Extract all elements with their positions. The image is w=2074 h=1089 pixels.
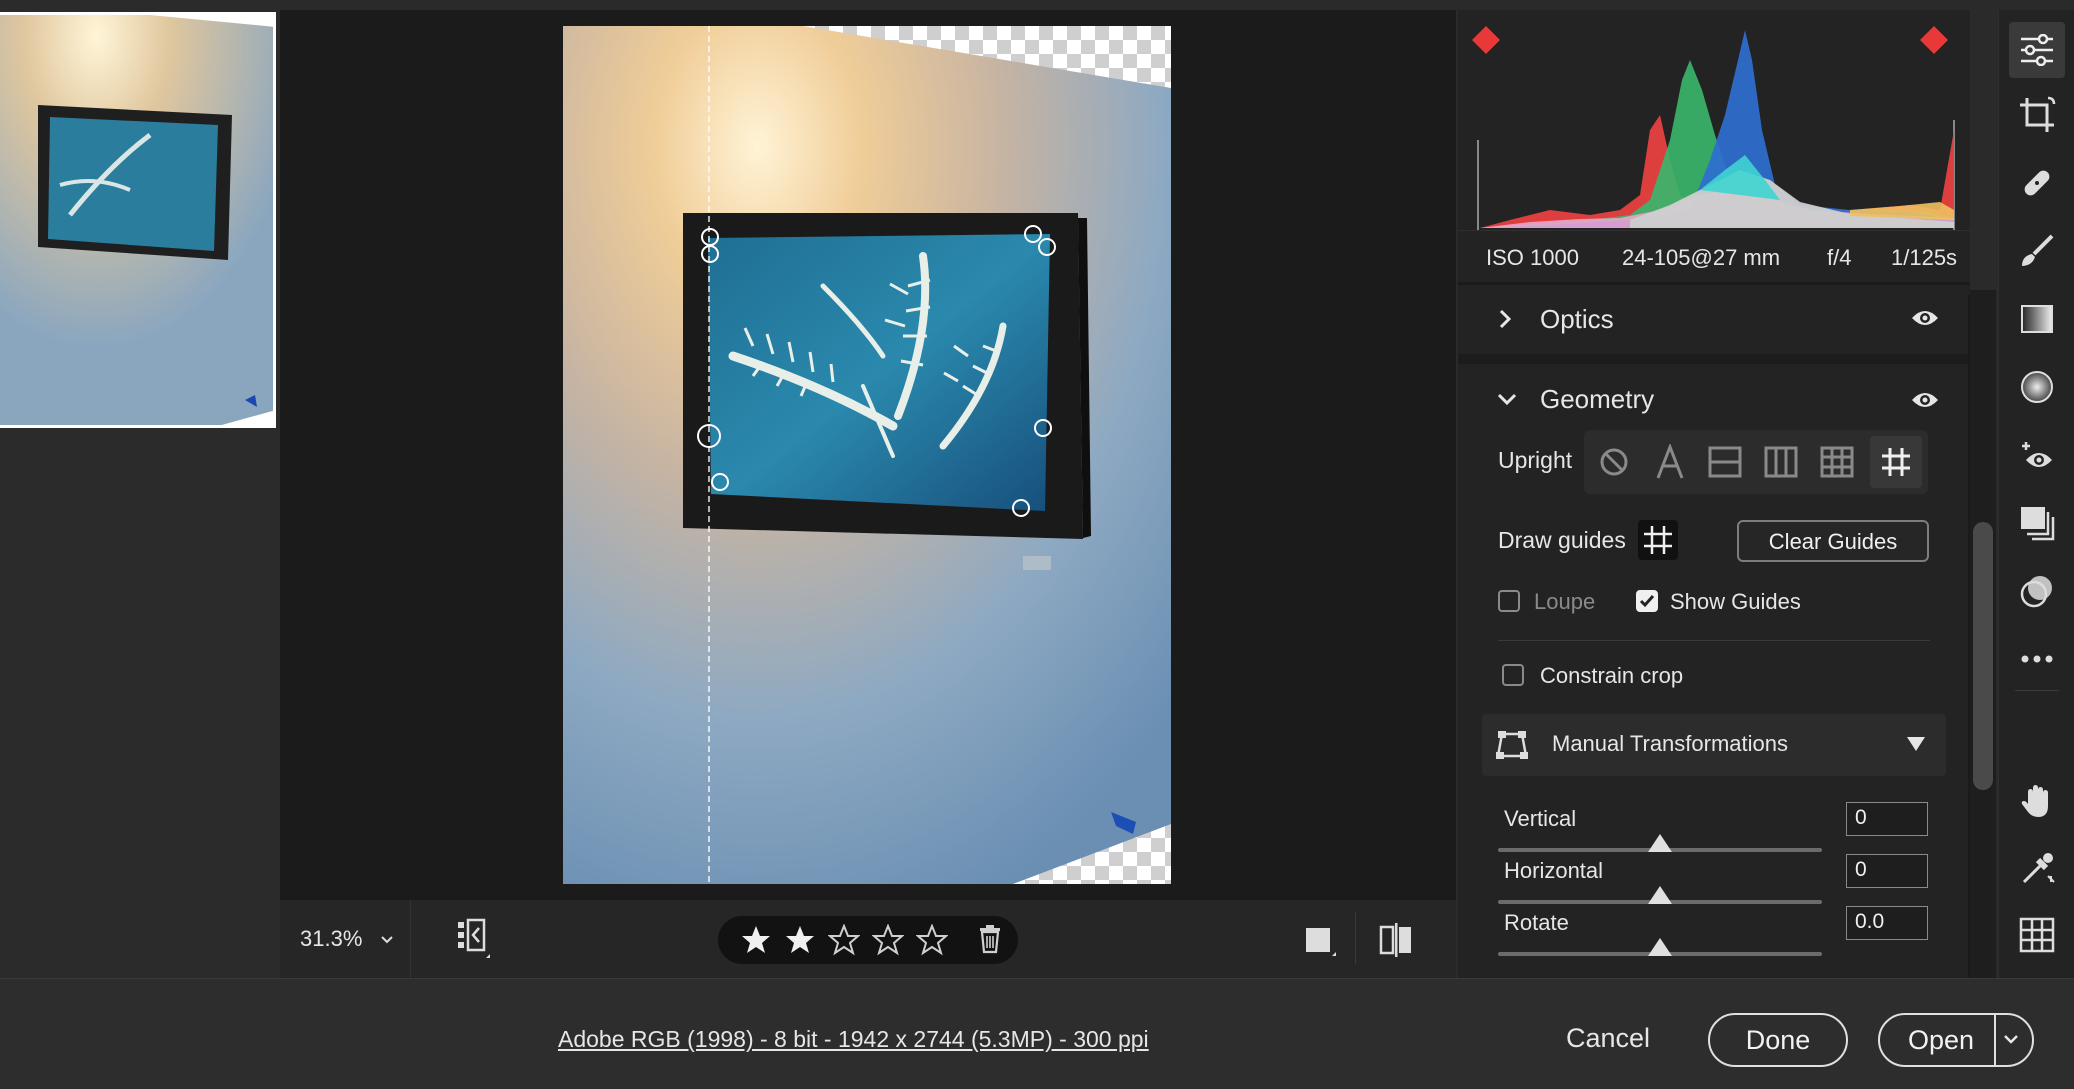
lens-value: 24-105@27 mm xyxy=(1622,245,1781,270)
view-toolbar: 31.3% xyxy=(280,900,1456,978)
eye-icon[interactable] xyxy=(1910,308,1940,328)
upright-level-icon[interactable] xyxy=(1708,446,1742,478)
clear-guides-button[interactable]: Clear Guides xyxy=(1737,520,1929,562)
crop-rotate-icon[interactable] xyxy=(2018,96,2056,134)
zoom-chevron-down-icon[interactable] xyxy=(379,934,395,946)
toolbar-divider xyxy=(410,900,411,978)
zoom-level[interactable]: 31.3% xyxy=(300,926,362,952)
panel-scroll-track[interactable] xyxy=(1970,290,1996,978)
photo-preview[interactable] xyxy=(563,26,1171,884)
single-view-icon[interactable] xyxy=(1304,926,1336,958)
upright-label: Upright xyxy=(1498,447,1573,473)
before-after-icon[interactable] xyxy=(1378,922,1414,958)
eyedropper-icon[interactable] xyxy=(2018,850,2056,888)
open-button[interactable]: Open xyxy=(1878,1013,2034,1067)
upright-guided-icon xyxy=(1882,448,1910,476)
loupe-checkbox[interactable] xyxy=(1498,590,1520,612)
draw-guides-label: Draw guides xyxy=(1498,527,1626,553)
chevron-down-icon xyxy=(1497,393,1517,406)
filmstrip-toggle-icon[interactable] xyxy=(456,918,492,962)
grid-overlay-icon[interactable] xyxy=(2018,916,2056,954)
star-filled-icon[interactable] xyxy=(784,924,816,956)
constrain-crop-label: Constrain crop xyxy=(1540,663,1684,688)
upright-auto-icon[interactable] xyxy=(1654,444,1686,480)
star-empty-icon[interactable] xyxy=(828,924,860,956)
histogram xyxy=(1470,20,1962,230)
upright-button-group xyxy=(1584,430,1928,494)
guided-tool-icon xyxy=(1644,526,1672,554)
show-guides-label: Show Guides xyxy=(1670,589,1801,614)
filmstrip xyxy=(0,0,280,978)
shutter-value: 1/125s xyxy=(1891,245,1958,270)
star-empty-icon[interactable] xyxy=(872,924,904,956)
edit-panel: ISO 1000 24-105@27 mm f/4 1/125s Optics … xyxy=(1458,10,1970,978)
brush-icon[interactable] xyxy=(2018,232,2056,270)
highlight-clipping-icon xyxy=(1920,26,1948,54)
done-button[interactable]: Done xyxy=(1708,1013,1848,1067)
slider-thumb[interactable] xyxy=(1648,938,1672,956)
slider-value-field[interactable]: 0 xyxy=(1846,802,1928,836)
chevron-right-icon xyxy=(1499,309,1512,329)
triangle-down-icon xyxy=(1907,737,1925,751)
constrain-crop-checkbox[interactable] xyxy=(1502,664,1524,686)
shadow-clipping-icon xyxy=(1472,26,1500,54)
optics-section-header[interactable]: Optics xyxy=(1458,286,1970,354)
manual-transformations-label: Manual Transformations xyxy=(1552,731,1788,756)
more-options-icon[interactable] xyxy=(2018,640,2056,678)
slider-row: Vertical 0 xyxy=(1458,800,1970,852)
healing-bandage-icon[interactable] xyxy=(2018,164,2056,202)
slider-label: Horizontal xyxy=(1504,858,1604,883)
slider-thumb[interactable] xyxy=(1648,886,1672,904)
trash-icon[interactable] xyxy=(977,924,1003,954)
linear-gradient-icon[interactable] xyxy=(2018,300,2056,338)
draw-guides-button[interactable] xyxy=(1638,520,1678,560)
panel-scrollbar-thumb[interactable] xyxy=(1973,522,1993,790)
upright-vertical-icon[interactable] xyxy=(1764,446,1798,478)
radial-gradient-icon[interactable] xyxy=(2018,368,2056,406)
optics-title: Optics xyxy=(1540,304,1614,334)
slider-thumb[interactable] xyxy=(1648,834,1672,852)
slider-row: Rotate 0.0 xyxy=(1458,904,1970,956)
geometry-section-header[interactable]: Geometry xyxy=(1458,366,1970,434)
slider-row: Horizontal 0 xyxy=(1458,852,1970,904)
slider-value-field[interactable]: 0.0 xyxy=(1846,906,1928,940)
presets-icon[interactable] xyxy=(2018,572,2056,610)
upright-guided-button[interactable] xyxy=(1870,436,1922,488)
transform-icon xyxy=(1496,731,1528,759)
slider-label: Vertical xyxy=(1504,806,1577,831)
star-empty-icon[interactable] xyxy=(916,924,948,956)
slider-value-field[interactable]: 0 xyxy=(1846,854,1928,888)
upright-full-icon[interactable] xyxy=(1820,446,1854,478)
show-guides-checkbox[interactable] xyxy=(1636,590,1658,612)
sliders-icon xyxy=(2021,34,2053,66)
snapshots-icon[interactable] xyxy=(2018,504,2056,542)
checkmark-icon xyxy=(1639,595,1655,608)
geometry-title: Geometry xyxy=(1540,384,1655,414)
manual-transformations-header[interactable]: Manual Transformations xyxy=(1482,714,1946,776)
edit-tool-button[interactable] xyxy=(2009,22,2065,78)
star-filled-icon[interactable] xyxy=(740,924,772,956)
loupe-label: Loupe xyxy=(1534,589,1596,614)
open-button-label: Open xyxy=(1908,1025,1975,1055)
tool-rail xyxy=(1998,10,2074,978)
toolbar-divider xyxy=(1355,912,1356,964)
slider-label: Rotate xyxy=(1504,910,1569,935)
red-eye-icon[interactable] xyxy=(2018,436,2056,474)
filmstrip-thumbnail[interactable] xyxy=(0,12,276,428)
cancel-button[interactable]: Cancel xyxy=(1566,1023,1650,1054)
hand-tool-icon[interactable] xyxy=(2018,782,2056,820)
open-options-chevron-down-icon[interactable] xyxy=(2002,1033,2020,1047)
workflow-options-link[interactable]: Adobe RGB (1998) - 8 bit - 1942 x 2744 (… xyxy=(558,1026,1149,1053)
iso-value: ISO 1000 xyxy=(1486,245,1579,270)
dialog-footer: Adobe RGB (1998) - 8 bit - 1942 x 2744 (… xyxy=(0,978,2074,1089)
transform-sliders: Vertical 0 Horizontal 0 Rotate 0.0 xyxy=(1458,800,1970,980)
upright-off-icon[interactable] xyxy=(1598,446,1630,478)
aperture-value: f/4 xyxy=(1827,245,1852,270)
camera-info: ISO 1000 24-105@27 mm f/4 1/125s xyxy=(1458,230,1970,283)
eye-icon[interactable] xyxy=(1910,390,1940,410)
